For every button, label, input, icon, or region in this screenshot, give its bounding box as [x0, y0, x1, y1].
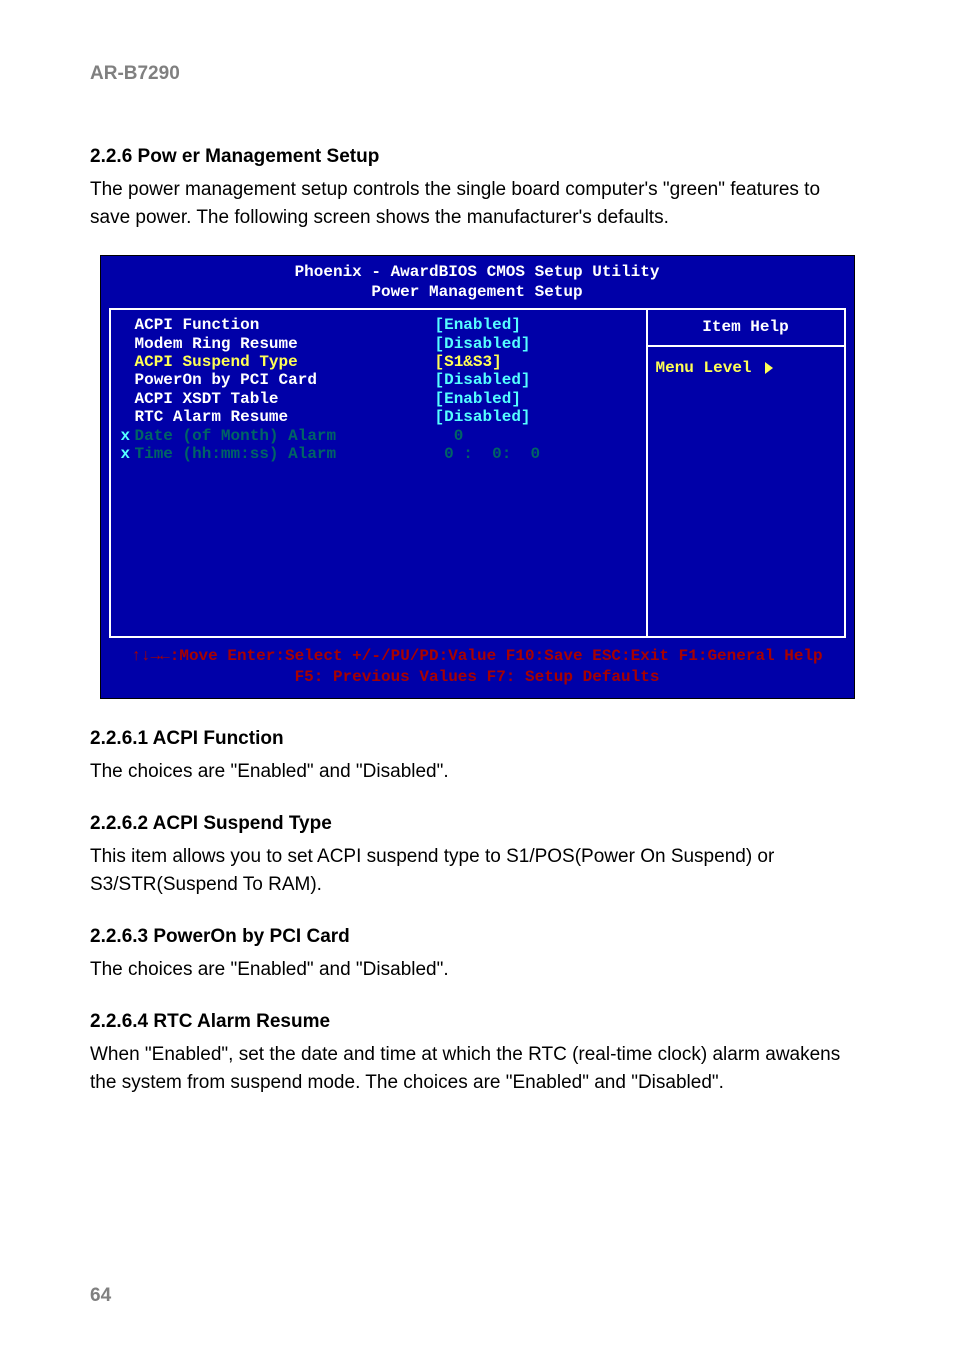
bios-row: ACPI Function[Enabled]: [121, 316, 636, 334]
bios-row-value: 0: [435, 427, 636, 445]
bios-settings-pane: ACPI Function[Enabled] Modem Ring Resume…: [109, 308, 646, 638]
bios-help-title: Item Help: [648, 310, 844, 347]
bios-footer-line1: ↑↓→←:Move Enter:Select +/-/PU/PD:Value F…: [105, 646, 850, 667]
bios-row-value: [Enabled]: [435, 316, 636, 334]
bios-row: Modem Ring Resume[Disabled]: [121, 335, 636, 353]
bios-title-line1: Phoenix - AwardBIOS CMOS Setup Utility: [101, 262, 854, 282]
page-number: 64: [90, 1282, 111, 1310]
bios-row-value: [Disabled]: [435, 335, 636, 353]
bios-row-value: [S1&S3]: [435, 353, 636, 371]
subsection-heading: 2.2.6.4 RTC Alarm Resume: [90, 1008, 864, 1036]
bios-row-label: ACPI Function: [135, 316, 435, 334]
bios-footer-line2: F5: Previous Values F7: Setup Defaults: [105, 667, 850, 688]
subsection-body: This item allows you to set ACPI suspend…: [90, 843, 864, 898]
bios-row: PowerOn by PCI Card[Disabled]: [121, 371, 636, 389]
disabled-mark-icon: x: [121, 427, 135, 445]
subsection-body: The choices are "Enabled" and "Disabled"…: [90, 956, 864, 984]
bios-row-value: 0 : 0: 0: [435, 445, 636, 463]
bios-menu-level-label: Menu Level: [656, 359, 752, 377]
bios-row-disabled: xDate (of Month) Alarm 0: [121, 427, 636, 445]
subsection-heading: 2.2.6.1 ACPI Function: [90, 725, 864, 753]
bios-row-value: [Enabled]: [435, 390, 636, 408]
bios-footer: ↑↓→←:Move Enter:Select +/-/PU/PD:Value F…: [101, 638, 854, 698]
bios-row-value-highlighted: [Enabled]: [435, 316, 521, 334]
section-heading: 2.2.6 Pow er Management Setup: [90, 143, 864, 171]
subsection-heading: 2.2.6.3 PowerOn by PCI Card: [90, 923, 864, 951]
bios-row-label: Modem Ring Resume: [135, 335, 435, 353]
bios-screenshot: Phoenix - AwardBIOS CMOS Setup Utility P…: [100, 255, 855, 699]
bios-menu-level: Menu Level: [648, 347, 844, 390]
bios-title: Phoenix - AwardBIOS CMOS Setup Utility P…: [101, 256, 854, 304]
bios-row-label: Time (hh:mm:ss) Alarm: [135, 445, 435, 463]
bios-row: ACPI XSDT Table[Enabled]: [121, 390, 636, 408]
disabled-mark-icon: x: [121, 445, 135, 463]
doc-header: AR-B7290: [90, 60, 864, 88]
triangle-right-icon: [765, 362, 773, 374]
bios-row: ACPI Suspend Type[S1&S3]: [121, 353, 636, 371]
bios-row-value: [Disabled]: [435, 408, 636, 426]
section-intro: The power management setup controls the …: [90, 176, 864, 231]
bios-row-label: RTC Alarm Resume: [135, 408, 435, 426]
bios-row-disabled: xTime (hh:mm:ss) Alarm 0 : 0: 0: [121, 445, 636, 463]
bios-row-value: [Disabled]: [435, 371, 636, 389]
bios-row-label: Date (of Month) Alarm: [135, 427, 435, 445]
subsection-heading: 2.2.6.2 ACPI Suspend Type: [90, 810, 864, 838]
bios-row-label: PowerOn by PCI Card: [135, 371, 435, 389]
bios-title-line2: Power Management Setup: [101, 282, 854, 302]
bios-help-pane: Item Help Menu Level: [646, 308, 846, 638]
bios-row: RTC Alarm Resume[Disabled]: [121, 408, 636, 426]
subsection-body: When "Enabled", set the date and time at…: [90, 1041, 864, 1096]
bios-row-label: ACPI XSDT Table: [135, 390, 435, 408]
subsection-body: The choices are "Enabled" and "Disabled"…: [90, 758, 864, 786]
bios-row-label: ACPI Suspend Type: [135, 353, 435, 371]
